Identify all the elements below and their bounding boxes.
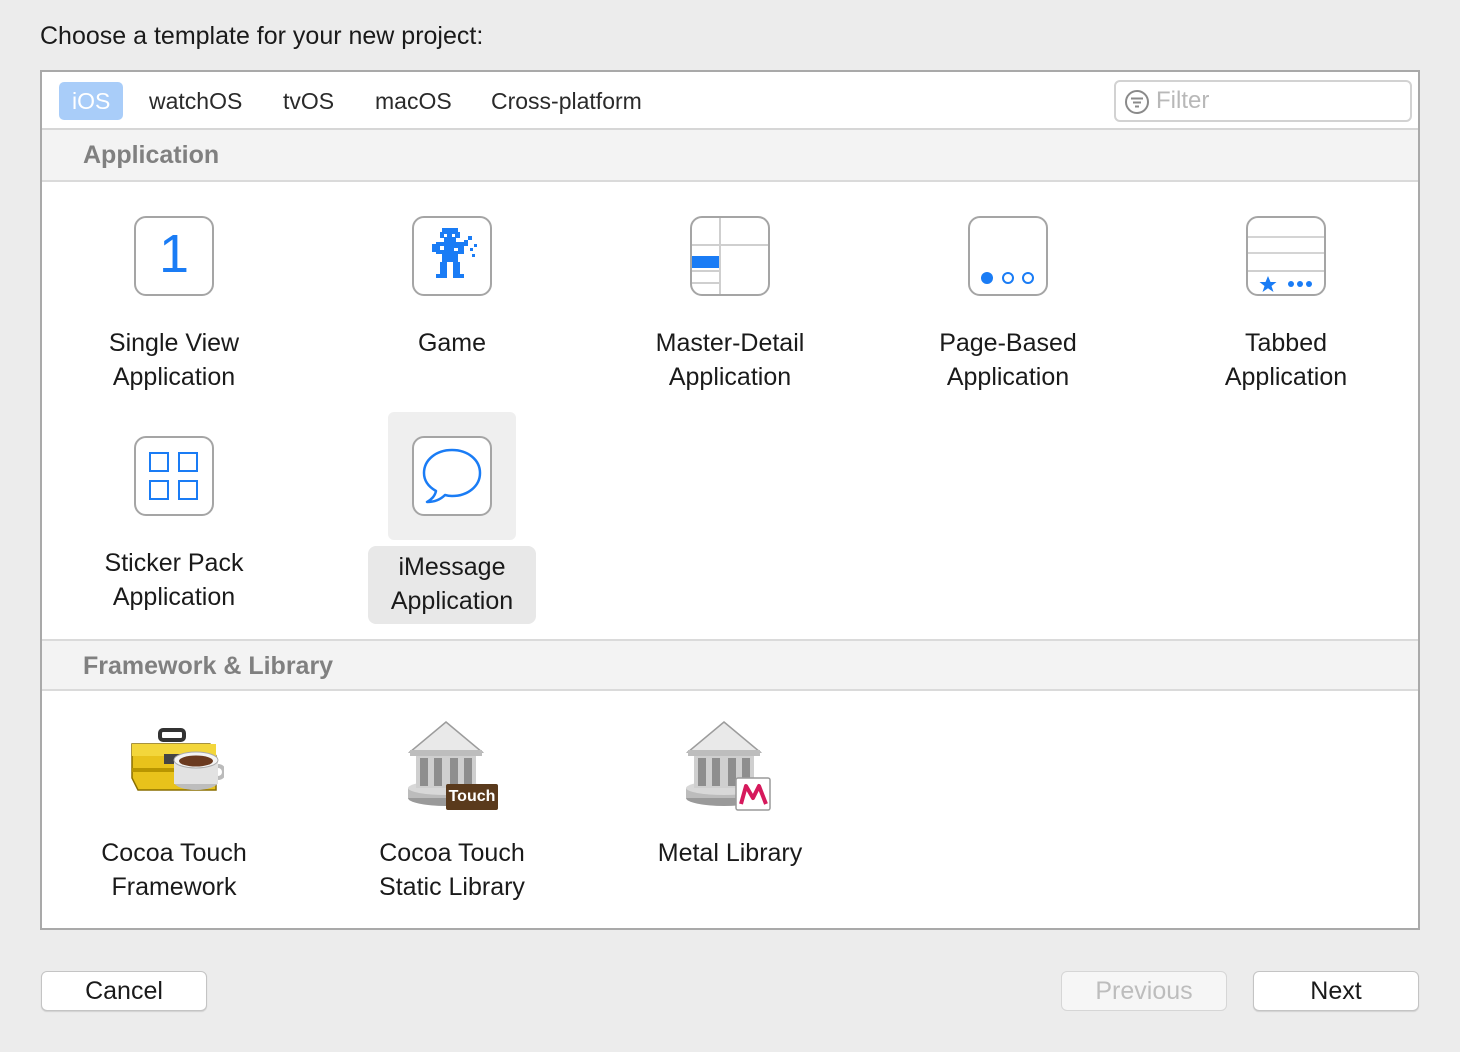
master-detail-icon xyxy=(690,216,770,296)
template-cocoa-touch-static-library[interactable]: Touch Cocoa Touch Static Library xyxy=(352,702,552,912)
template-label: Game xyxy=(417,329,487,357)
section-header-application: Application xyxy=(42,130,1418,182)
template-game[interactable]: Game xyxy=(352,192,552,402)
template-tabbed-application[interactable]: Tabbed Application xyxy=(1186,192,1386,402)
game-icon xyxy=(412,216,492,296)
filter-input[interactable] xyxy=(1156,86,1406,116)
template-cocoa-touch-framework[interactable]: Cocoa Touch Framework xyxy=(74,702,274,912)
template-label: Master-Detail Application xyxy=(655,329,805,391)
tab-watchos[interactable]: watchOS xyxy=(136,82,255,120)
template-sticker-pack-application[interactable]: Sticker Pack Application xyxy=(74,412,274,622)
metal-library-icon xyxy=(680,716,780,816)
template-label: Sticker Pack Application xyxy=(104,549,244,611)
tabbed-icon xyxy=(1246,216,1326,296)
template-page-based-application[interactable]: Page-Based Application xyxy=(908,192,1108,402)
platform-tabbar: iOS watchOS tvOS macOS Cross-platform xyxy=(42,72,1418,130)
template-single-view-application[interactable]: 1 Single View Application xyxy=(74,192,274,402)
template-label: Page-Based Application xyxy=(939,329,1077,391)
template-master-detail-application[interactable]: Master-Detail Application xyxy=(630,192,830,402)
template-metal-library[interactable]: Metal Library xyxy=(630,702,830,912)
previous-button[interactable]: Previous xyxy=(1061,971,1227,1011)
template-label: Single View Application xyxy=(108,329,240,391)
tab-tvos[interactable]: tvOS xyxy=(270,82,347,120)
static-library-icon: Touch xyxy=(402,716,502,816)
tab-macos[interactable]: macOS xyxy=(362,82,465,120)
template-label: Cocoa Touch Static Library xyxy=(379,839,525,901)
section-header-framework-library: Framework & Library xyxy=(42,639,1418,691)
single-view-icon: 1 xyxy=(134,216,214,296)
imessage-icon xyxy=(412,436,492,516)
template-label: Tabbed Application xyxy=(1224,329,1348,391)
template-chooser: iOS watchOS tvOS macOS Cross-platform Ap… xyxy=(40,70,1420,930)
template-label: Cocoa Touch Framework xyxy=(101,839,247,901)
cancel-button[interactable]: Cancel xyxy=(41,971,207,1011)
template-label: iMessage Application xyxy=(368,546,536,624)
sticker-pack-icon xyxy=(134,436,214,516)
tab-cross-platform[interactable]: Cross-platform xyxy=(478,82,655,120)
dialog-prompt: Choose a template for your new project: xyxy=(40,22,484,50)
filter-icon xyxy=(1125,90,1149,114)
touch-badge: Touch xyxy=(448,788,496,805)
tab-ios[interactable]: iOS xyxy=(59,82,124,120)
template-imessage-application[interactable]: iMessage Application xyxy=(352,412,552,624)
page-based-icon xyxy=(968,216,1048,296)
toolbox-icon xyxy=(124,716,226,816)
next-button[interactable]: Next xyxy=(1253,971,1419,1011)
filter-field[interactable] xyxy=(1114,80,1412,122)
template-label: Metal Library xyxy=(657,839,803,867)
